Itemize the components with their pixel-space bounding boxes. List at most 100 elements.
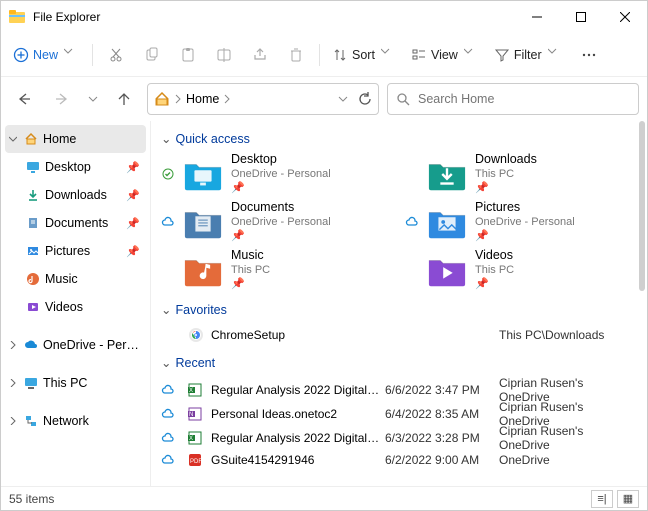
back-button[interactable] <box>9 84 39 114</box>
item-name: Regular Analysis 2022 Digital Citizen Ro… <box>211 431 381 445</box>
quick-access-item[interactable]: VideosThis PC📌 <box>405 248 629 292</box>
search-icon <box>396 92 410 106</box>
folder-icon <box>183 204 223 240</box>
sidebar-item-onedrive[interactable]: OneDrive - Personal <box>1 331 150 359</box>
pin-icon: 📌 <box>126 161 140 174</box>
chevron-right-icon[interactable] <box>7 417 19 425</box>
item-location: This PC <box>475 168 537 182</box>
cloud-badge-icon <box>161 384 183 396</box>
sidebar-label: Videos <box>45 300 83 314</box>
pin-icon: 📌 <box>126 217 140 230</box>
file-icon: X <box>187 430 207 446</box>
sidebar-item-downloads[interactable]: Downloads📌 <box>1 181 150 209</box>
chevron-down-icon <box>464 47 480 63</box>
sidebar-item-videos[interactable]: Videos <box>1 293 150 321</box>
item-location: OneDrive - Personal <box>231 168 331 182</box>
new-button[interactable]: New <box>7 39 86 71</box>
up-button[interactable] <box>109 84 139 114</box>
chevron-down-icon <box>548 47 564 63</box>
separator <box>319 44 320 66</box>
paste-button[interactable] <box>171 39 205 71</box>
filter-button[interactable]: Filter <box>488 39 570 71</box>
svg-text:X: X <box>189 388 193 394</box>
pin-icon: 📌 <box>231 182 245 196</box>
refresh-icon[interactable] <box>358 92 372 106</box>
item-date: 6/3/2022 3:28 PM <box>385 431 495 445</box>
group-quick-access[interactable]: ⌄Quick access <box>161 131 629 146</box>
chevron-right-icon[interactable] <box>7 341 19 349</box>
group-favorites[interactable]: ⌄Favorites <box>161 302 629 317</box>
quick-access-item[interactable]: DocumentsOneDrive - Personal📌 <box>161 200 385 244</box>
copy-button[interactable] <box>135 39 169 71</box>
arrow-left-icon <box>17 92 31 106</box>
sidebar-item-network[interactable]: Network <box>1 407 150 435</box>
item-location: OneDrive - Personal <box>475 216 575 230</box>
sidebar-label: OneDrive - Personal <box>43 338 143 352</box>
favorite-item[interactable]: ChromeSetupThis PC\Downloads <box>161 323 629 347</box>
recent-item[interactable]: XRegular Analysis 2022 Digital Citizen L… <box>161 376 629 400</box>
tiles-view-button[interactable]: ▦ <box>617 490 639 508</box>
sidebar-item-pictures[interactable]: Pictures📌 <box>1 237 150 265</box>
view-button[interactable]: View <box>405 39 486 71</box>
arrow-up-icon <box>117 92 131 106</box>
item-date: 6/4/2022 8:35 AM <box>385 407 495 421</box>
item-name: Desktop <box>231 152 331 168</box>
chevron-down-icon: ⌄ <box>161 302 171 317</box>
chevron-down-icon[interactable] <box>7 135 19 143</box>
share-button[interactable] <box>243 39 277 71</box>
close-button[interactable] <box>603 1 647 33</box>
folder-icon <box>427 204 467 240</box>
item-count: 55 items <box>9 492 54 506</box>
breadcrumb[interactable]: Home <box>186 92 219 106</box>
quick-access-item[interactable]: MusicThis PC📌 <box>161 248 385 292</box>
quick-access-item[interactable]: DesktopOneDrive - Personal📌 <box>161 152 385 196</box>
search-box[interactable] <box>387 83 639 115</box>
sort-label: Sort <box>352 48 375 62</box>
item-location: This PC\Downloads <box>499 328 629 342</box>
cut-button[interactable] <box>99 39 133 71</box>
sidebar-item-thispc[interactable]: This PC <box>1 369 150 397</box>
status-badge-icon <box>405 216 419 228</box>
paste-icon <box>180 47 196 63</box>
sidebar-item-home[interactable]: Home <box>5 125 146 153</box>
recent-item[interactable]: X Regular Analysis 2022 Digital Citizen R… <box>161 424 629 448</box>
details-view-button[interactable]: ≡| <box>591 490 613 508</box>
sidebar-item-music[interactable]: Music <box>1 265 150 293</box>
pin-icon: 📌 <box>475 278 489 292</box>
filter-label: Filter <box>514 48 542 62</box>
quick-access-item[interactable]: PicturesOneDrive - Personal📌 <box>405 200 629 244</box>
group-recent[interactable]: ⌄Recent <box>161 355 629 370</box>
item-name: Documents <box>231 200 331 216</box>
address-bar[interactable]: Home <box>147 83 379 115</box>
window-title: File Explorer <box>33 10 515 24</box>
search-input[interactable] <box>418 92 630 106</box>
folder-icon <box>183 156 223 192</box>
cloud-badge-icon <box>161 454 183 466</box>
chevron-down-icon <box>88 94 98 104</box>
item-location: OneDrive - Personal <box>231 216 331 230</box>
sidebar-item-desktop[interactable]: Desktop📌 <box>1 153 150 181</box>
rename-button[interactable] <box>207 39 241 71</box>
sort-button[interactable]: Sort <box>326 39 403 71</box>
more-button[interactable] <box>572 39 606 71</box>
delete-button[interactable] <box>279 39 313 71</box>
chevron-down-icon <box>381 47 397 63</box>
recent-item[interactable]: NPersonal Ideas.onetoc26/4/2022 8:35 AMC… <box>161 400 629 424</box>
chevron-right-icon[interactable] <box>7 379 19 387</box>
home-icon <box>154 91 170 107</box>
svg-text:PDF: PDF <box>190 459 202 465</box>
forward-button[interactable] <box>47 84 77 114</box>
recent-locations-button[interactable] <box>85 84 101 114</box>
quick-access-item[interactable]: DownloadsThis PC📌 <box>405 152 629 196</box>
minimize-button[interactable] <box>515 1 559 33</box>
svg-text:X: X <box>189 436 193 442</box>
pin-icon: 📌 <box>475 182 489 196</box>
maximize-button[interactable] <box>559 1 603 33</box>
new-label: New <box>33 48 58 62</box>
sidebar-label: Home <box>43 132 76 146</box>
item-name: Music <box>231 248 270 264</box>
chevron-down-icon[interactable] <box>338 94 348 104</box>
trash-icon <box>288 47 304 63</box>
desktop-icon <box>25 159 41 175</box>
sidebar-item-documents[interactable]: Documents📌 <box>1 209 150 237</box>
